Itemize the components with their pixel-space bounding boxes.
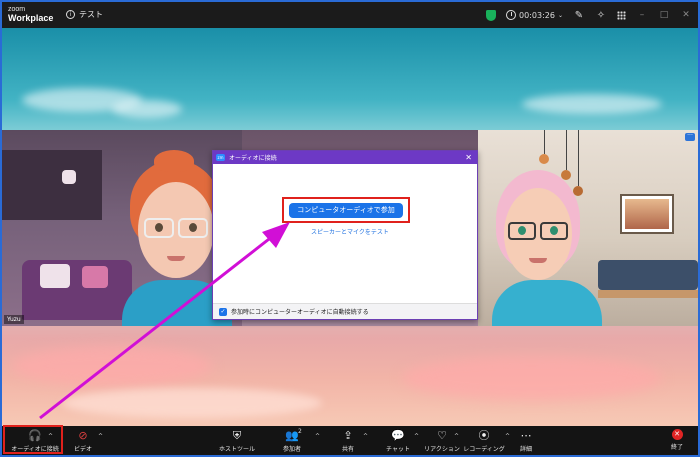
host-tools-label: ホストツール xyxy=(218,446,255,453)
avatar-eye xyxy=(155,223,163,232)
couch xyxy=(598,260,698,290)
avatar-eye xyxy=(518,226,526,235)
meeting-info[interactable]: i テスト xyxy=(66,9,103,20)
sparkle-icon[interactable]: ✧ xyxy=(595,10,607,21)
video-tile-left[interactable]: Yuzu xyxy=(2,130,242,326)
avatar-body xyxy=(492,280,602,326)
reactions-options-caret[interactable]: ^ xyxy=(454,433,459,440)
security-shield-icon[interactable] xyxy=(486,9,497,21)
sofa xyxy=(22,260,132,320)
share-options-caret[interactable]: ^ xyxy=(363,433,368,440)
more-button[interactable]: ⋯ 詳細 xyxy=(514,429,538,453)
end-label: 終了 xyxy=(670,444,683,451)
video-options-caret[interactable]: ^ xyxy=(98,433,103,440)
participants-count: 2 xyxy=(298,428,302,435)
more-dots-icon: ⋯ xyxy=(520,429,532,442)
shield-icon: ⛨ xyxy=(232,429,242,442)
minimize-button[interactable]: – xyxy=(636,10,648,20)
end-meeting-button[interactable]: ✕ 終了 xyxy=(666,429,688,453)
dialog-close-icon[interactable]: ✕ xyxy=(465,153,472,162)
dialog-title-bar: zm オーディオに接続 ✕ xyxy=(213,151,477,164)
lamp-cord xyxy=(578,130,579,186)
avatar-eye xyxy=(550,226,558,235)
video-label: ビデオ xyxy=(73,446,92,453)
title-bar: zoom Workplace i テスト 00:03:26 ⌄ ✎ ✧ – □ … xyxy=(2,2,698,28)
test-speaker-mic-link[interactable]: スピーカーとマイクをテスト xyxy=(311,227,389,236)
chat-bubble-icon: 💬 xyxy=(391,429,405,442)
share-screen-icon: ⇪ xyxy=(343,429,353,442)
chevron-down-icon: ⌄ xyxy=(557,11,563,19)
table xyxy=(598,290,698,298)
end-x-icon: ✕ xyxy=(671,429,683,440)
cloud xyxy=(112,100,182,118)
lamp-cord xyxy=(544,130,545,154)
share-button[interactable]: ⇪ 共有 xyxy=(336,429,360,453)
close-window-button[interactable]: ✕ xyxy=(680,10,692,20)
maximize-button[interactable]: □ xyxy=(658,10,670,20)
record-options-caret[interactable]: ^ xyxy=(505,433,510,440)
heart-icon: ♡ xyxy=(437,429,447,442)
participants-button[interactable]: 👥 参加者 xyxy=(277,429,307,453)
cloud xyxy=(62,388,322,418)
painting-canvas xyxy=(625,199,669,229)
participant-name-tag: Yuzu xyxy=(4,315,24,324)
brand-bottom: Workplace xyxy=(8,13,54,23)
audio-button-highlight xyxy=(3,425,63,454)
shelf-item xyxy=(62,170,76,184)
meeting-timer[interactable]: 00:03:26 ⌄ xyxy=(506,10,563,20)
cloud xyxy=(522,94,662,114)
video-off-icon: ⊘ xyxy=(78,429,88,442)
auto-join-checkbox[interactable]: ✓ xyxy=(219,307,227,316)
avatar-eye xyxy=(189,223,197,232)
cloud xyxy=(402,356,662,400)
reactions-label: リアクション xyxy=(424,446,460,453)
pillow xyxy=(40,264,70,288)
wall-painting xyxy=(620,194,674,234)
lamp-cord xyxy=(566,130,567,170)
participants-icon: 👥 xyxy=(285,429,299,442)
grid-view-icon[interactable] xyxy=(617,10,626,20)
participants-label: 参加者 xyxy=(282,446,301,453)
dialog-title: オーディオに接続 xyxy=(229,155,277,162)
meeting-toolbar: 🎧 オーディオに接続 ^ ⊘ ビデオ ^ ⛨ ホストツール 👥 参加者 2 ^ … xyxy=(2,426,698,455)
timer-text: 00:03:26 xyxy=(519,10,555,20)
video-tile-right[interactable]: ··· xyxy=(478,130,698,326)
record-button[interactable]: ⦿ レコーディング xyxy=(463,429,505,453)
record-icon: ⦿ xyxy=(478,429,490,442)
pendant-lamp xyxy=(539,154,549,164)
meeting-name: テスト xyxy=(79,10,103,19)
shelf xyxy=(2,150,102,220)
participants-options-caret[interactable]: ^ xyxy=(315,433,320,440)
dialog-footer: ✓ 参加時にコンピューターオーディオに自動接続する xyxy=(213,303,477,319)
avatar-hair-bun xyxy=(154,150,194,172)
zoom-logo: zoom Workplace xyxy=(8,5,53,23)
participant-name: Yuzu xyxy=(7,316,21,323)
chat-label: チャット xyxy=(386,446,410,453)
more-label: 詳細 xyxy=(519,446,532,453)
zoom-app-icon: zm xyxy=(216,154,225,161)
pen-icon[interactable]: ✎ xyxy=(573,10,585,21)
audio-connect-dialog: zm オーディオに接続 ✕ コンピュータオーディオで参加 スピーカーとマイクをテ… xyxy=(212,150,478,320)
share-label: 共有 xyxy=(341,446,354,453)
auto-join-label: 参加時にコンピューターオーディオに自動接続する xyxy=(231,309,369,316)
title-bar-right: 00:03:26 ⌄ ✎ ✧ – □ ✕ xyxy=(486,6,692,24)
info-icon[interactable]: i xyxy=(66,10,75,19)
join-computer-audio-button[interactable]: コンピュータオーディオで参加 xyxy=(289,203,403,218)
chat-options-caret[interactable]: ^ xyxy=(414,433,419,440)
zoom-window: zoom Workplace i テスト 00:03:26 ⌄ ✎ ✧ – □ … xyxy=(0,0,700,457)
host-tools-button[interactable]: ⛨ ホストツール xyxy=(214,429,260,453)
video-button[interactable]: ⊘ ビデオ xyxy=(70,429,96,453)
avatar-mouth xyxy=(167,256,185,261)
tile-options-button[interactable]: ··· xyxy=(685,133,695,141)
avatar-mouth xyxy=(529,258,547,263)
chat-button[interactable]: 💬 チャット xyxy=(384,429,412,453)
pillow xyxy=(82,266,108,288)
record-label: レコーディング xyxy=(463,446,505,453)
clock-icon xyxy=(506,10,517,20)
cloud xyxy=(12,346,212,386)
